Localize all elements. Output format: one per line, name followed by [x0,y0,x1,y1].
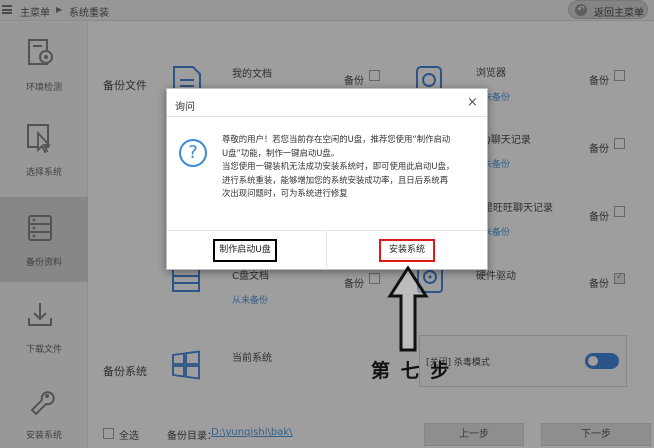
install-system-button[interactable]: 安装系统 [379,239,435,262]
dialog-divider [167,116,487,117]
dialog-message-line: 次出现问题时，可为系统进行修复 [222,188,348,199]
dialog-message-line: 当您使用一键装机无法成功安装系统时，即可使用此启动U盘， [222,161,455,172]
dialog-footer: 制作启动U盘 安装系统 [167,230,487,270]
dialog-title: 询问 [175,102,195,113]
dialog-message-line: 尊敬的用户！若您当前存在空闲的U盘，推荐您使用“制作启动 [222,134,451,144]
dialog-message-line: 进行系统重装，能够增加您的系统安装成功率，且日后系统再 [222,174,449,185]
close-icon[interactable]: × [467,95,478,110]
inquiry-dialog: 询问 × ? 尊敬的用户！若您当前存在空闲的U盘，推荐您使用“制作启动 U盘”功… [166,88,488,270]
make-boot-usb-button[interactable]: 制作启动U盘 [213,239,277,262]
step-seven-annotation: 第 七 步 [371,360,452,382]
footer-divider [326,231,327,270]
question-icon: ? [179,139,207,167]
dialog-message-line: U盘”功能，制作一键启动U盘。 [222,147,340,158]
dialog-message: 尊敬的用户！若您当前存在空闲的U盘，推荐您使用“制作启动 U盘”功能，制作一键启… [222,133,477,201]
annotation-arrow-icon [387,266,429,352]
